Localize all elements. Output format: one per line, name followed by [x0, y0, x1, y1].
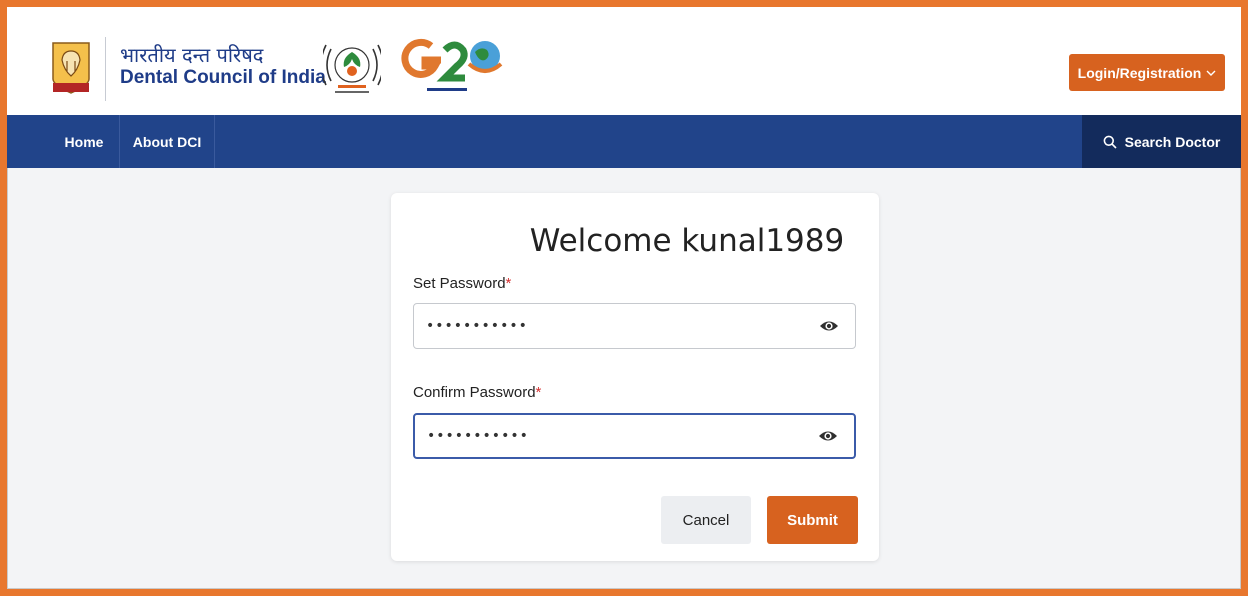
set-password-field [413, 303, 856, 349]
confirm-password-label: Confirm Password* [413, 384, 541, 401]
required-asterisk: * [535, 384, 542, 401]
cancel-button[interactable]: Cancel [661, 496, 751, 544]
search-doctor-label: Search Doctor [1124, 133, 1221, 150]
search-doctor-button[interactable]: Search Doctor [1082, 115, 1241, 168]
eye-icon[interactable] [818, 429, 838, 443]
dci-emblem-logo[interactable] [47, 39, 95, 97]
header-divider [105, 37, 106, 101]
g20-logo [401, 38, 503, 91]
login-registration-label: Login/Registration [1077, 64, 1202, 81]
submit-button[interactable]: Submit [767, 496, 858, 544]
required-asterisk: * [505, 275, 512, 292]
screenshot-frame: भारतीय दन्त परिषद Dental Council of Indi… [7, 7, 1241, 589]
set-password-input[interactable] [426, 304, 806, 348]
confirm-password-label-text: Confirm Password [413, 384, 536, 401]
nav-item-home[interactable]: Home [49, 115, 119, 168]
digital-mission-logo [323, 44, 381, 93]
search-icon [1103, 135, 1117, 149]
login-registration-button[interactable]: Login/Registration [1069, 54, 1225, 91]
eye-icon[interactable] [819, 319, 839, 333]
main-navbar: Home About DCI Search Doctor [7, 115, 1241, 168]
brand-name-english: Dental Council of India [120, 67, 326, 88]
set-password-card: Welcome kunal1989 Set Password* Confirm … [391, 193, 879, 561]
site-header: भारतीय दन्त परिषद Dental Council of Indi… [7, 7, 1241, 115]
set-password-label-text: Set Password [413, 275, 506, 292]
nav-item-about-dci[interactable]: About DCI [119, 115, 215, 168]
confirm-password-input[interactable] [427, 415, 807, 457]
brand-name-hindi: भारतीय दन्त परिषद [120, 43, 264, 67]
welcome-heading: Welcome kunal1989 [529, 223, 845, 259]
set-password-label: Set Password* [413, 275, 511, 292]
chevron-down-icon [1206, 70, 1216, 76]
confirm-password-field [413, 413, 856, 459]
